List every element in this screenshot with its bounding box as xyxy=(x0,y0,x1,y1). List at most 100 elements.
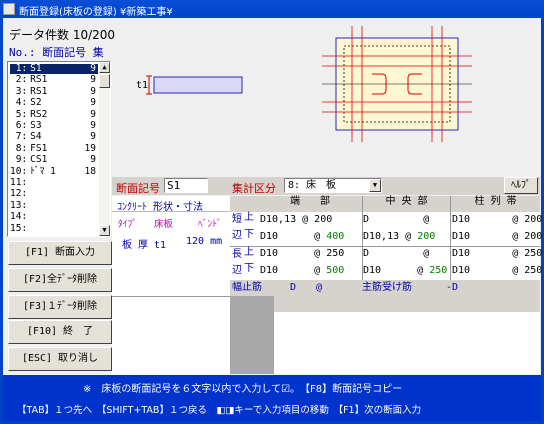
list-item-count: 9 xyxy=(90,154,96,166)
list-item[interactable]: 9: CS1 9 xyxy=(10,155,98,165)
title-bar: 断面登録(床板の登録) ¥新築工事¥ xyxy=(0,0,544,18)
list-item-code: RS1 xyxy=(30,85,48,97)
f3-delete-one-button[interactable]: [F3]１ﾃﾞｰﾀ削除 xyxy=(8,295,112,319)
list-item-count: 9 xyxy=(90,131,96,143)
section-listbox[interactable]: 1: S1 9 2: RS1 9 3: RS1 9 4: S2 9 5: RS2 9 6: S3 9 7… xyxy=(7,61,111,237)
list-item-count: 9 xyxy=(90,120,96,131)
col-end-header: 端 部 xyxy=(258,196,362,212)
list-item-no: 8: xyxy=(10,142,28,154)
list-item[interactable]: 10: ﾄﾞﾏ 1 18 xyxy=(10,165,98,177)
rebar-cell-end[interactable]: D10,13 @ 200 xyxy=(260,214,362,226)
list-item-no: 7: xyxy=(10,131,28,143)
rebar-cell-col[interactable]: D10 @ 250 xyxy=(452,265,542,277)
list-item-code: S3 xyxy=(30,120,42,131)
list-item-no: 1: xyxy=(10,63,28,74)
list-item-count: 9 xyxy=(90,97,96,109)
short-side-label: 短 辺 xyxy=(232,214,242,241)
rebar-cell-center[interactable]: D @ xyxy=(363,248,450,260)
type-value: 床板 xyxy=(154,219,174,230)
list-item[interactable]: 11: xyxy=(10,178,98,188)
f1-input-button[interactable]: [F1] 断面入力 xyxy=(8,241,112,265)
list-item-no: 13: xyxy=(10,199,28,211)
list-item-no: 2: xyxy=(10,74,28,86)
status-line-2: 【TAB】１つ先へ 【SHIFT+TAB】１つ戻る ◧◨キーで入力項目の移動 【… xyxy=(17,405,422,416)
short-upper-label: 上 xyxy=(244,212,254,223)
group-select-value: 8: 床 板 xyxy=(288,180,337,191)
rebar-cell-center[interactable]: D10,13 @ 200 xyxy=(363,231,450,243)
list-item-no: 10: xyxy=(10,165,28,177)
list-item[interactable]: 15: xyxy=(10,222,98,234)
rebar-cell-col[interactable]: D10 @ 250 xyxy=(452,248,542,260)
slab-plan-diagram xyxy=(322,26,472,142)
list-item-count: 18 xyxy=(84,165,96,177)
lower-right-panel xyxy=(274,312,540,374)
rebar-cell-col[interactable]: D10 @ 200 xyxy=(452,231,542,243)
list-item[interactable]: 5: RS2 9 xyxy=(10,108,98,120)
list-item[interactable]: 14: xyxy=(10,212,98,222)
main-rebar-value[interactable]: -D xyxy=(446,282,458,294)
list-item[interactable]: 2: RS1 9 xyxy=(10,75,98,85)
list-item[interactable]: 4: S2 9 xyxy=(10,98,98,108)
rebar-cell-col[interactable]: D10 @ 200 xyxy=(452,214,542,226)
list-item[interactable]: 13: xyxy=(10,199,98,211)
section-code-input[interactable]: S1 xyxy=(164,178,208,193)
list-item-code: ﾄﾞﾏ 1 xyxy=(30,165,56,177)
list-item[interactable]: 1: S1 9 xyxy=(10,64,98,74)
list-item-code: S1 xyxy=(30,63,42,74)
section-code-label: 断面記号 xyxy=(116,182,160,195)
rebar-cell-end[interactable]: D10 @ 500 xyxy=(260,265,362,277)
haba-label: 幅止筋 xyxy=(232,282,262,293)
list-item[interactable]: 6: S3 9 xyxy=(10,121,98,131)
haba-value[interactable]: D @ xyxy=(290,282,322,294)
bend-label: ﾍﾞﾝﾄﾞ xyxy=(198,219,222,230)
list-item[interactable]: 8: FS1 19 xyxy=(10,142,98,154)
thickness-value[interactable]: 120 mm xyxy=(186,236,222,247)
list-item-no: 14: xyxy=(10,211,28,223)
record-count: データ件数 10/200 xyxy=(9,26,115,43)
rebar-cell-center[interactable]: D @ xyxy=(363,214,450,226)
list-item-no: 4: xyxy=(10,97,28,109)
long-upper-label: 上 xyxy=(244,246,258,263)
list-item-code: S4 xyxy=(30,131,42,143)
long-side-label: 長 辺 xyxy=(230,246,244,280)
lower-gray-row xyxy=(274,296,540,312)
list-item-no: 15: xyxy=(10,222,28,234)
list-item-code: CS1 xyxy=(30,154,48,166)
record-count-value: 10/200 xyxy=(72,28,116,42)
list-item-no: 12: xyxy=(10,188,28,200)
list-item-code: S2 xyxy=(30,97,42,109)
record-count-label: データ件数 xyxy=(9,28,70,42)
rebar-cell-end[interactable]: D10 @ 400 xyxy=(260,231,362,243)
main-rebar-label: 主筋受け筋 xyxy=(362,282,412,293)
scroll-thumb[interactable] xyxy=(99,74,110,88)
list-scrollbar[interactable]: ▲ ▼ xyxy=(99,62,110,236)
col-column-header: 柱 列 帯 xyxy=(450,196,540,212)
type-label: ﾀｲﾌﾟ xyxy=(118,219,138,230)
list-item-code: RS1 xyxy=(30,74,48,86)
dropdown-arrow-icon[interactable]: ▼ xyxy=(369,179,381,192)
list-item[interactable]: 3: RS1 9 xyxy=(10,85,98,97)
group-select[interactable]: 8: 床 板 ▼ xyxy=(284,178,382,193)
rebar-cell-end[interactable]: D10 @ 250 xyxy=(260,248,362,260)
group-label: 集計区分 xyxy=(232,182,276,195)
long-lower-label: 下 xyxy=(244,263,254,274)
list-item-code: FS1 xyxy=(30,142,48,154)
esc-cancel-button[interactable]: [ESC] 取り消し xyxy=(8,347,112,371)
scroll-down-icon[interactable]: ▼ xyxy=(99,225,110,236)
scroll-up-icon[interactable]: ▲ xyxy=(99,62,110,73)
f10-exit-button[interactable]: [F10] 終 了 xyxy=(8,320,112,344)
f2-delete-all-button[interactable]: [F2]全ﾃﾞｰﾀ削除 xyxy=(8,268,112,292)
list-item-code: RS2 xyxy=(30,108,48,120)
list-item-count: 19 xyxy=(84,142,96,154)
short-lower-label: 下 xyxy=(244,229,254,240)
slab-section-diagram xyxy=(146,75,243,95)
window-title: 断面登録(床板の登録) ¥新築工事¥ xyxy=(19,7,173,18)
concrete-panel: ｺﾝｸﾘｰﾄ 形状・寸法 ﾀｲﾌﾟ 床板 ﾍﾞﾝﾄﾞ 板 厚 t1 120 mm xyxy=(112,196,231,296)
help-button[interactable]: ﾍﾙﾌﾟ xyxy=(504,177,538,194)
list-item[interactable]: 12: xyxy=(10,189,98,199)
list-item-no: 9: xyxy=(10,154,28,166)
rebar-cell-center[interactable]: D10 @ 250 xyxy=(363,265,450,277)
list-item[interactable]: 7: S4 9 xyxy=(10,132,98,142)
col-center-header: 中 央 部 xyxy=(362,196,450,212)
lower-left-panel xyxy=(112,296,230,375)
